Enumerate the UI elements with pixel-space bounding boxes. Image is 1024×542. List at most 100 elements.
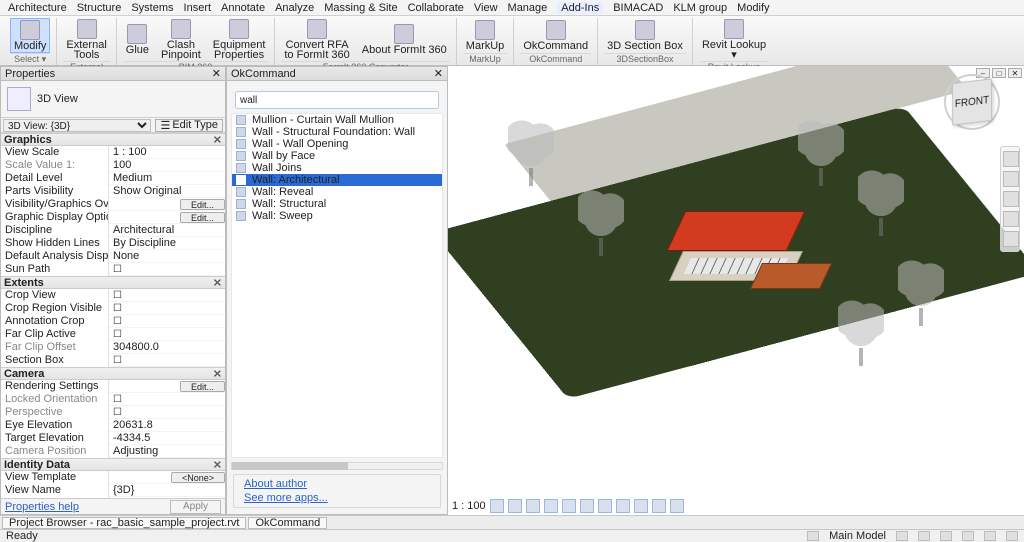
equipment-properties-button[interactable]: EquipmentProperties xyxy=(210,18,269,61)
prop-value[interactable] xyxy=(109,393,225,406)
prop-value[interactable]: Architectural xyxy=(109,224,225,237)
prop-row[interactable]: View Name{3D} xyxy=(1,484,225,497)
prop-row[interactable]: Default Analysis Display StyleNone xyxy=(1,250,225,263)
prop-row[interactable]: Scale Value 1:100 xyxy=(1,159,225,172)
close-icon[interactable]: ✕ xyxy=(434,67,443,80)
prop-value[interactable] xyxy=(109,328,225,341)
prop-row[interactable]: Far Clip Offset304800.0 xyxy=(1,341,225,354)
prop-row[interactable]: Camera PositionAdjusting xyxy=(1,445,225,458)
prop-value[interactable]: Edit... xyxy=(109,198,225,211)
scale-label[interactable]: 1 : 100 xyxy=(452,500,486,512)
3d-viewport[interactable]: – □ ✕ FRONT 1 : 100 xyxy=(448,66,1024,515)
prop-row[interactable]: Show Hidden LinesBy Discipline xyxy=(1,237,225,250)
properties-header[interactable]: Properties ✕ xyxy=(1,67,225,81)
prop-value[interactable]: {3D} xyxy=(109,484,225,497)
select-face-icon[interactable] xyxy=(962,531,974,541)
menu-bimacad[interactable]: BIMACAD xyxy=(613,2,663,14)
steering-wheel-icon[interactable] xyxy=(1003,151,1019,167)
prop-row[interactable]: Crop Region Visible xyxy=(1,302,225,315)
result-item[interactable]: Wall - Structural Foundation: Wall xyxy=(232,126,442,138)
maximize-icon[interactable]: □ xyxy=(992,68,1006,78)
viewcube[interactable]: FRONT xyxy=(952,78,992,125)
prop-value[interactable] xyxy=(109,315,225,328)
detail-level-icon[interactable] xyxy=(508,499,522,513)
about-formit-button[interactable]: About FormIt 360 xyxy=(359,23,450,56)
shadows-icon[interactable] xyxy=(562,499,576,513)
prop-category[interactable]: Graphics⨯ xyxy=(1,133,225,146)
prop-row[interactable]: DisciplineArchitectural xyxy=(1,224,225,237)
prop-value[interactable]: Medium xyxy=(109,172,225,185)
prop-row[interactable]: Section Box xyxy=(1,354,225,367)
result-item[interactable]: Mullion - Curtain Wall Mullion xyxy=(232,114,442,126)
select-pinned-icon[interactable] xyxy=(940,531,952,541)
menu-analyze[interactable]: Analyze xyxy=(275,2,314,14)
glue-button[interactable]: Glue xyxy=(123,23,152,56)
render-icon[interactable] xyxy=(580,499,594,513)
menu-annotate[interactable]: Annotate xyxy=(221,2,265,14)
external-tools-button[interactable]: ExternalTools xyxy=(63,18,109,61)
prop-value[interactable]: 100 xyxy=(109,159,225,172)
close-icon[interactable]: ✕ xyxy=(1008,68,1022,78)
menu-add-ins[interactable]: Add-Ins xyxy=(557,2,603,14)
filter-icon[interactable] xyxy=(1006,531,1018,541)
modify-button[interactable]: Modify xyxy=(10,18,50,53)
menu-collaborate[interactable]: Collaborate xyxy=(408,2,464,14)
prop-row[interactable]: Sun Path xyxy=(1,263,225,276)
prop-category[interactable]: Identity Data⨯ xyxy=(1,458,225,471)
prop-row[interactable]: Graphic Display OptionsEdit... xyxy=(1,211,225,224)
crop-visible-icon[interactable] xyxy=(616,499,630,513)
menu-systems[interactable]: Systems xyxy=(131,2,173,14)
result-item[interactable]: Wall Joins xyxy=(232,162,442,174)
result-item[interactable]: Wall by Face xyxy=(232,150,442,162)
scale-icon[interactable] xyxy=(490,499,504,513)
orbit-icon[interactable] xyxy=(1003,211,1019,227)
properties-help-link[interactable]: Properties help xyxy=(5,501,79,513)
prop-row[interactable]: Visibility/Graphics OverridesEdit... xyxy=(1,198,225,211)
reveal-icon[interactable] xyxy=(670,499,684,513)
prop-row[interactable]: Far Clip Active xyxy=(1,328,225,341)
instance-selector[interactable]: 3D View: {3D} xyxy=(3,119,151,132)
zoom-icon[interactable] xyxy=(1003,191,1019,207)
sun-path-icon[interactable] xyxy=(544,499,558,513)
prop-row[interactable]: Annotation Crop xyxy=(1,315,225,328)
prop-row[interactable]: View Template<None> xyxy=(1,471,225,484)
result-item[interactable]: Wall: Structural xyxy=(232,198,442,210)
markup-button[interactable]: MarkUp xyxy=(463,19,508,52)
prop-value[interactable]: Show Original xyxy=(109,185,225,198)
prop-row[interactable]: Perspective xyxy=(1,406,225,419)
select-links-icon[interactable] xyxy=(896,531,908,541)
menu-architecture[interactable]: Architecture xyxy=(8,2,67,14)
okcommand-header[interactable]: OkCommand ✕ xyxy=(227,67,447,81)
project-browser-tab[interactable]: Project Browser - rac_basic_sample_proje… xyxy=(2,517,246,529)
okcommand-button[interactable]: OkCommand xyxy=(520,19,591,52)
result-item[interactable]: Wall: Sweep xyxy=(232,210,442,222)
edit-type-button[interactable]: ☰ Edit Type xyxy=(155,119,223,132)
prop-row[interactable]: Parts VisibilityShow Original xyxy=(1,185,225,198)
lock-icon[interactable] xyxy=(634,499,648,513)
pan-icon[interactable] xyxy=(1003,171,1019,187)
prop-value[interactable]: 304800.0 xyxy=(109,341,225,354)
prop-value[interactable]: 1 : 100 xyxy=(109,146,225,159)
prop-value[interactable] xyxy=(109,406,225,419)
prop-category[interactable]: Extents⨯ xyxy=(1,276,225,289)
prop-value[interactable]: <None> xyxy=(109,471,225,484)
menu-view[interactable]: View xyxy=(474,2,498,14)
prop-value[interactable]: 20631.8 xyxy=(109,419,225,432)
prop-value[interactable]: None xyxy=(109,250,225,263)
about-author-link[interactable]: About author xyxy=(244,477,430,491)
results-scrollbar[interactable] xyxy=(231,462,443,470)
prop-value[interactable]: By Discipline xyxy=(109,237,225,250)
temp-hide-icon[interactable] xyxy=(652,499,666,513)
walkthrough-icon[interactable] xyxy=(1003,231,1019,247)
worksets-icon[interactable] xyxy=(807,531,819,541)
prop-row[interactable]: Locked Orientation xyxy=(1,393,225,406)
drag-icon[interactable] xyxy=(984,531,996,541)
prop-value[interactable] xyxy=(109,289,225,302)
prop-value[interactable]: -4334.5 xyxy=(109,432,225,445)
menu-insert[interactable]: Insert xyxy=(184,2,212,14)
okcommand-tab[interactable]: OkCommand xyxy=(248,517,327,529)
result-item[interactable]: Wall: Reveal xyxy=(232,186,442,198)
menu-manage[interactable]: Manage xyxy=(508,2,548,14)
more-apps-link[interactable]: See more apps... xyxy=(244,491,430,505)
prop-row[interactable]: Crop View xyxy=(1,289,225,302)
